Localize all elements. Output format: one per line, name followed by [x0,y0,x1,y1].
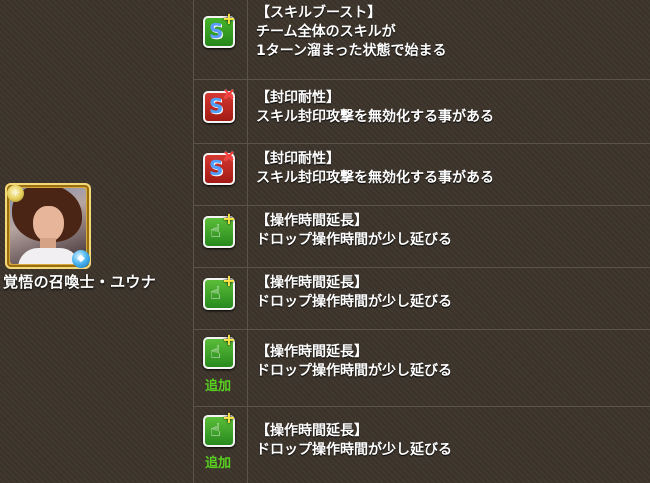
awakening-text-line: ドロップ操作時間が少し延びる [256,442,452,458]
water-attribute-icon: ◆ [72,250,90,268]
awakening-panel: ✦ ◆ 覚悟の召喚士・ユウナ S + 【スキルブースト】 チーム全体のスキルが … [0,0,650,483]
time-extend-icon[interactable]: ☝ + [203,332,236,369]
monster-name: 覚悟の召喚士・ユウナ [3,273,157,291]
awakening-description: 【封印耐性】 スキル封印攻撃を無効化する事がある [256,89,646,127]
time-extend-icon[interactable]: ☝ + [203,273,236,310]
awakening-text-line: チーム全体のスキルが [256,24,396,40]
awakening-title: 【封印耐性】 [256,90,340,106]
awakening-description: 【操作時間延長】 ドロップ操作時間が少し延びる [256,343,646,381]
plus-mark-icon: + [222,271,236,290]
finger-glyph: ☝ [210,221,221,242]
skill-seal-resist-icon[interactable]: S × [203,86,236,123]
icon-cell: ☝ + 追加 [194,329,248,406]
awakening-row: ☝ + 【操作時間延長】 ドロップ操作時間が少し延びる [194,267,650,330]
awakening-text-line: ドロップ操作時間が少し延びる [256,232,452,248]
plus-mark-icon: + [222,330,236,349]
skill-boost-icon[interactable]: S + [203,11,236,48]
icon-cell: S + [194,0,248,79]
finger-glyph: ☝ [210,342,221,363]
awakening-list: S + 【スキルブースト】 チーム全体のスキルが 1ターン溜まった状態で始まる … [194,0,650,483]
icon-cell: S × [194,79,248,143]
awakening-description: 【スキルブースト】 チーム全体のスキルが 1ターン溜まった状態で始まる [256,4,646,61]
awakening-description: 【操作時間延長】 ドロップ操作時間が少し延びる [256,212,646,250]
awakening-description: 【封印耐性】 スキル封印攻撃を無効化する事がある [256,150,646,188]
awakening-text-line: ドロップ操作時間が少し延びる [256,363,452,379]
awakening-text-line: ドロップ操作時間が少し延びる [256,294,452,310]
cross-mark-icon: × [222,146,236,165]
awakening-row: ☝ + 追加 【操作時間延長】 ドロップ操作時間が少し延びる [194,329,650,407]
awakening-title: 【操作時間延長】 [256,423,368,439]
awakening-title: 【操作時間延長】 [256,213,368,229]
awakening-title: 【封印耐性】 [256,151,340,167]
awakening-description: 【操作時間延長】 ドロップ操作時間が少し延びる [256,422,646,460]
awakening-row: ☝ + 【操作時間延長】 ドロップ操作時間が少し延びる [194,205,650,268]
awakening-text-line: 1ターン溜まった状態で始まる [256,43,447,59]
awakening-title: 【操作時間延長】 [256,275,368,291]
awakening-row: S × 【封印耐性】 スキル封印攻撃を無効化する事がある [194,143,650,206]
awakening-description: 【操作時間延長】 ドロップ操作時間が少し延びる [256,274,646,312]
awakening-row: S × 【封印耐性】 スキル封印攻撃を無効化する事がある [194,79,650,144]
plus-mark-icon: + [222,9,236,28]
outfit-shape [18,248,80,264]
monster-avatar[interactable]: ✦ ◆ [5,183,91,269]
awakening-text-line: スキル封印攻撃を無効化する事がある [256,170,494,186]
face-shape [33,206,64,242]
cross-mark-icon: × [222,84,236,103]
awakening-title: 【操作時間延長】 [256,344,368,360]
finger-glyph: ☝ [210,420,221,441]
icon-cell: ☝ + [194,267,248,329]
monster-column: ✦ ◆ 覚悟の召喚士・ユウナ [0,0,194,483]
awakening-title: 【スキルブースト】 [256,5,382,21]
plus-mark-icon: + [222,209,236,228]
icon-cell: ☝ + [194,205,248,267]
awakening-text-line: スキル封印攻撃を無効化する事がある [256,109,494,125]
added-label: 追加 [205,379,232,394]
awakening-row: ☝ + 追加 【操作時間延長】 ドロップ操作時間が少し延びる [194,406,650,483]
added-label: 追加 [205,456,232,471]
time-extend-icon[interactable]: ☝ + [203,410,236,447]
awakening-row: S + 【スキルブースト】 チーム全体のスキルが 1ターン溜まった状態で始まる [194,0,650,80]
light-attribute-icon: ✦ [7,185,24,202]
icon-cell: S × [194,143,248,205]
icon-cell: ☝ + 追加 [194,406,248,483]
finger-glyph: ☝ [210,283,221,304]
skill-seal-resist-icon[interactable]: S × [203,148,236,185]
time-extend-icon[interactable]: ☝ + [203,211,236,248]
plus-mark-icon: + [222,408,236,427]
